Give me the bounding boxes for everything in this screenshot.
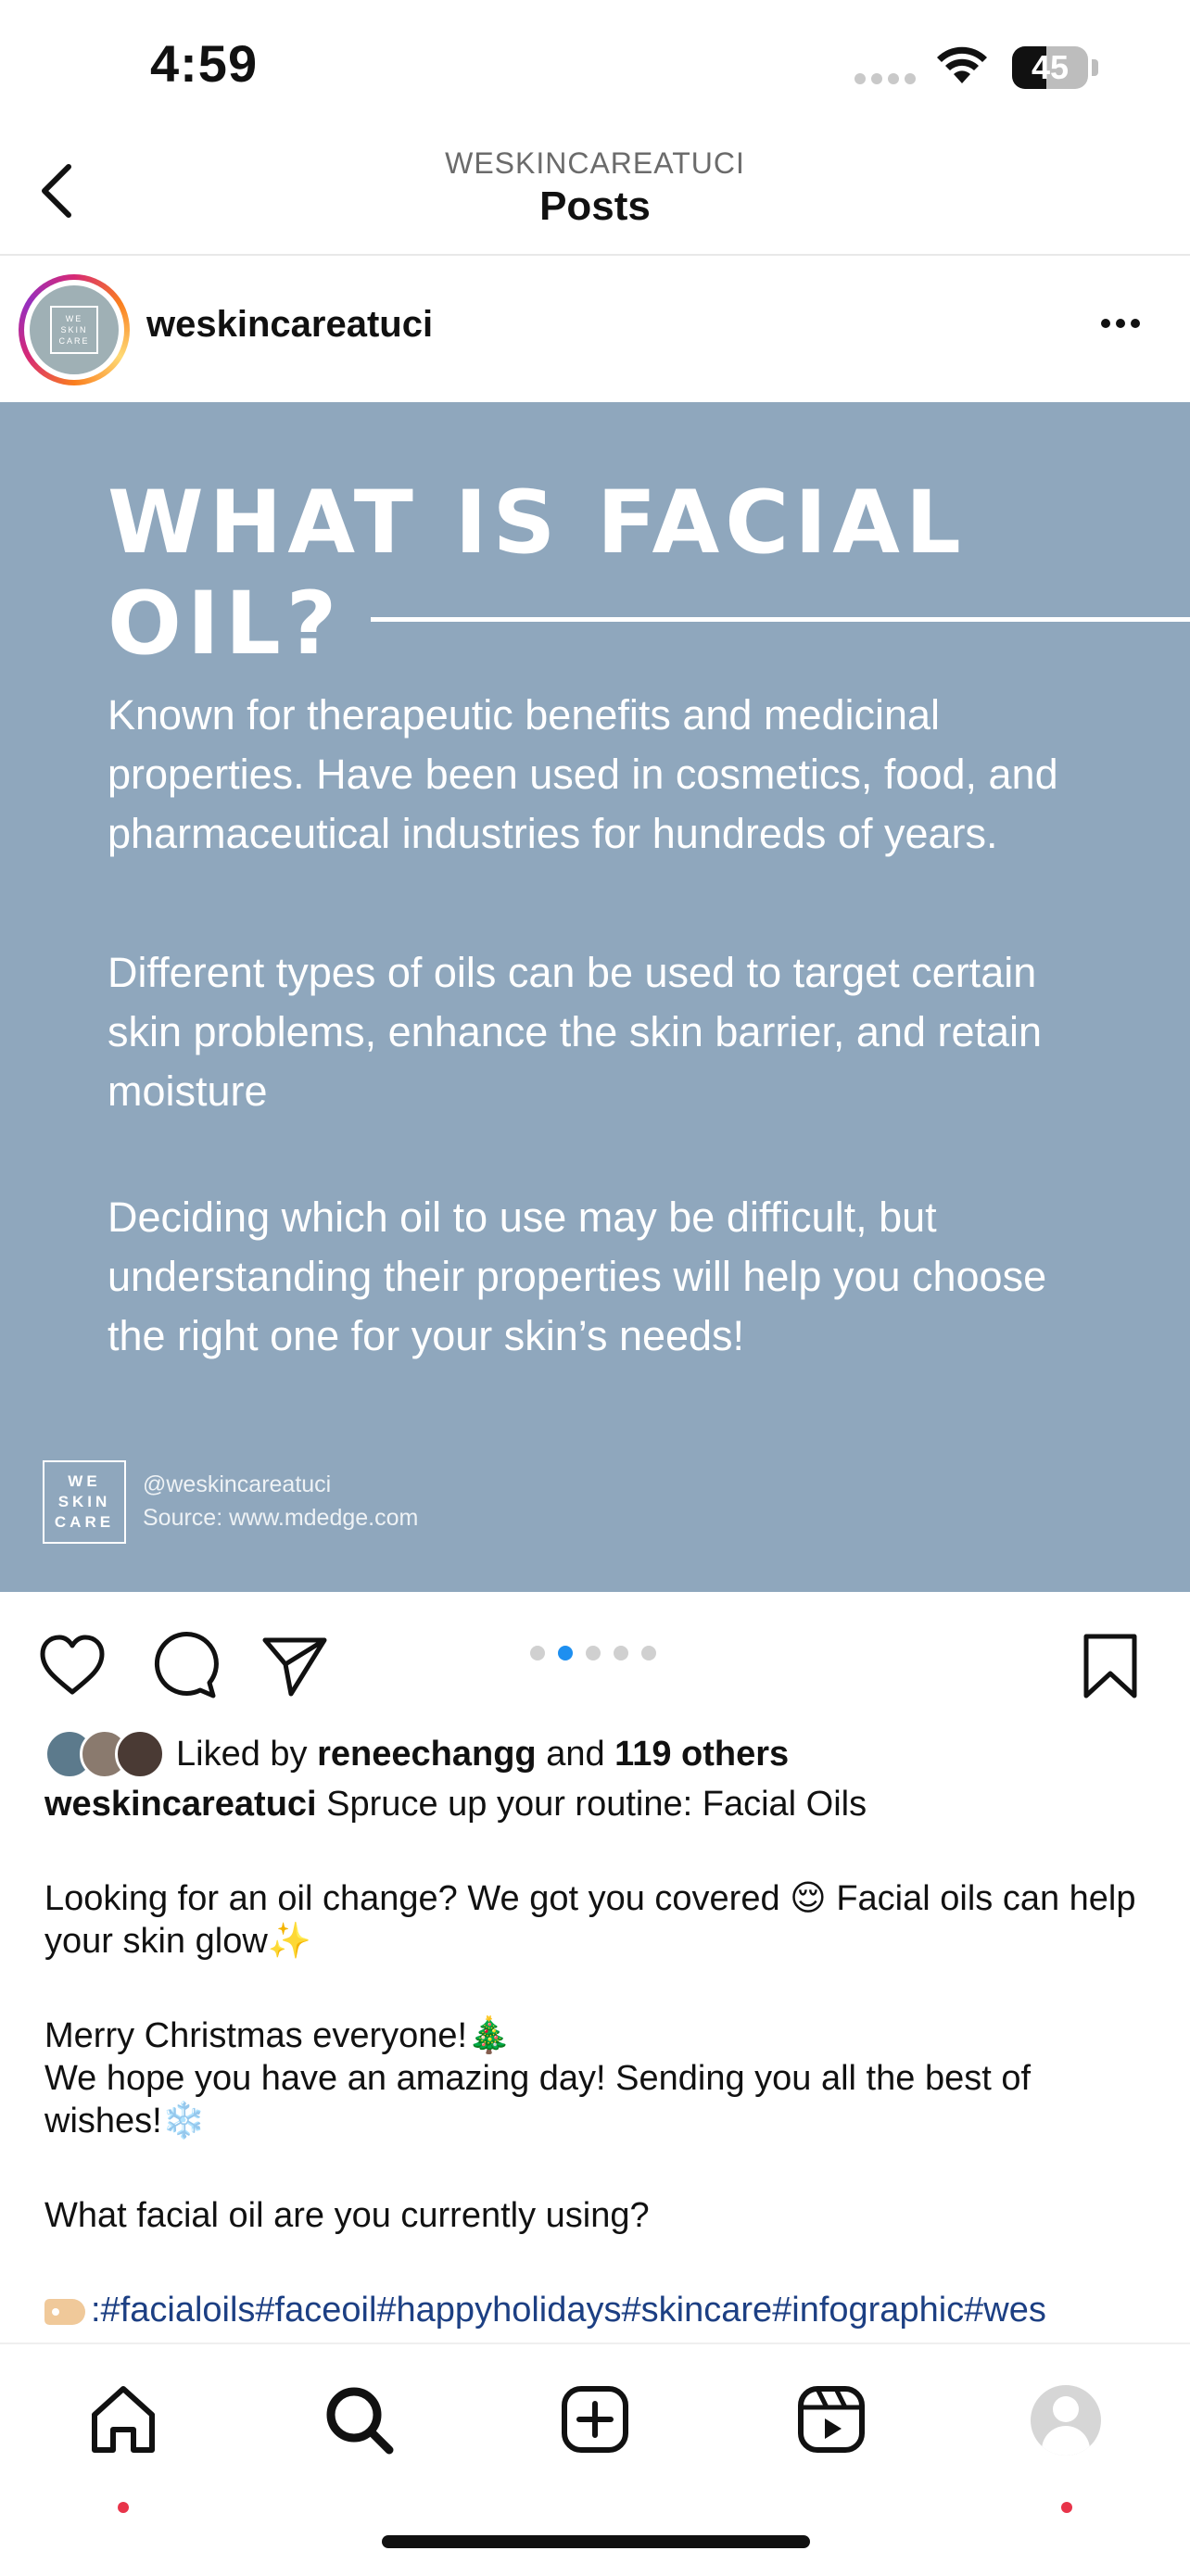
- status-time: 4:59: [150, 34, 259, 93]
- notification-dot: [118, 2502, 129, 2513]
- image-title: WHAT IS FACIAL OIL?: [108, 473, 967, 675]
- carousel-dot: [641, 1646, 656, 1661]
- notification-dot: [1061, 2502, 1072, 2513]
- page-title: Posts: [539, 183, 651, 229]
- nav-header: WESKINCAREATUCI Posts: [0, 130, 1190, 256]
- heart-icon: [40, 1635, 105, 1695]
- image-paragraph-2: Different types of oils can be used to t…: [108, 949, 1043, 1115]
- image-paragraph-3: Deciding which oil to use may be difficu…: [108, 1193, 1047, 1359]
- tab-reels[interactable]: [790, 2378, 873, 2461]
- avatar: [115, 1729, 165, 1779]
- paper-plane-icon: [262, 1637, 327, 1697]
- likes-text: Liked by reneechangg and 119 others: [176, 1735, 789, 1774]
- post-caption: weskincareatuci Spruce up your routine: …: [44, 1783, 1153, 2331]
- ellipsis-icon: [1101, 319, 1110, 328]
- tab-search[interactable]: [317, 2378, 400, 2461]
- carousel-dot: [586, 1646, 601, 1661]
- likes-others[interactable]: 119 others: [614, 1735, 789, 1774]
- caption-username[interactable]: weskincareatuci: [44, 1785, 317, 1824]
- caption-line-1: Looking for an oil change? We got you co…: [44, 1879, 1136, 1961]
- cellular-signal-icon: [855, 72, 921, 89]
- post-actions: [0, 1592, 1190, 1722]
- share-button[interactable]: [258, 1629, 332, 1703]
- caption-headline: Spruce up your routine: Facial Oils: [326, 1785, 867, 1824]
- tab-home[interactable]: [82, 2378, 165, 2461]
- carousel-dot: [614, 1646, 628, 1661]
- image-handle: @weskincareatuci: [143, 1471, 332, 1497]
- image-logo: WE SKIN CARE: [43, 1460, 126, 1544]
- avatar[interactable]: WE SKIN CARE: [19, 274, 130, 385]
- likes-joiner: and: [546, 1735, 605, 1774]
- create-icon: [562, 2386, 628, 2453]
- nav-subtitle: WESKINCAREATUCI: [445, 146, 745, 180]
- post-username[interactable]: weskincareatuci: [146, 304, 433, 346]
- liker-avatars: [44, 1729, 169, 1779]
- post-header: WE SKIN CARE weskincareatuci: [0, 256, 1190, 402]
- likes-user[interactable]: reneechangg: [317, 1735, 537, 1774]
- tab-profile[interactable]: [1031, 2385, 1101, 2456]
- bookmark-icon: [1083, 1634, 1137, 1698]
- caption-line-4: What facial oil are you currently using?: [44, 2196, 650, 2235]
- carousel-dot: [558, 1646, 573, 1661]
- image-paragraph-1: Known for therapeutic benefits and medic…: [108, 691, 1058, 857]
- carousel-dot: [530, 1646, 545, 1661]
- comment-button[interactable]: [146, 1629, 221, 1703]
- comment-icon: [154, 1632, 219, 1698]
- carousel-indicator: [530, 1646, 669, 1665]
- likes-prefix: Liked by: [176, 1735, 308, 1774]
- home-icon: [92, 2386, 155, 2453]
- likes-row[interactable]: Liked by reneechangg and 119 others: [44, 1727, 1157, 1781]
- image-source: Source: www.mdedge.com: [143, 1505, 419, 1531]
- caption-hashtags[interactable]: :#facialoils#faceoil#happyholidays#skinc…: [91, 2291, 1046, 2330]
- search-icon: [326, 2387, 394, 2455]
- label-tag-icon: [44, 2298, 85, 2325]
- image-divider: [371, 617, 1190, 622]
- caption-line-2: Merry Christmas everyone!🎄: [44, 2016, 512, 2055]
- like-button[interactable]: [35, 1629, 109, 1703]
- battery-percent: 45: [1031, 48, 1070, 86]
- wifi-icon: [934, 43, 990, 90]
- reels-icon: [798, 2386, 865, 2453]
- caption-line-3: We hope you have an amazing day! Sending…: [44, 2059, 1032, 2140]
- save-button[interactable]: [1073, 1629, 1147, 1703]
- post-image[interactable]: WHAT IS FACIAL OIL? Known for therapeuti…: [0, 402, 1190, 1592]
- avatar-logo: WE SKIN CARE: [50, 306, 98, 354]
- more-options-button[interactable]: [1101, 306, 1157, 343]
- status-bar: 4:59 45: [0, 0, 1190, 130]
- home-indicator[interactable]: [382, 2535, 810, 2548]
- profile-icon: [1053, 2396, 1079, 2422]
- battery-icon: 45: [1012, 46, 1088, 89]
- battery-cap: [1092, 59, 1098, 76]
- tab-create[interactable]: [553, 2378, 637, 2461]
